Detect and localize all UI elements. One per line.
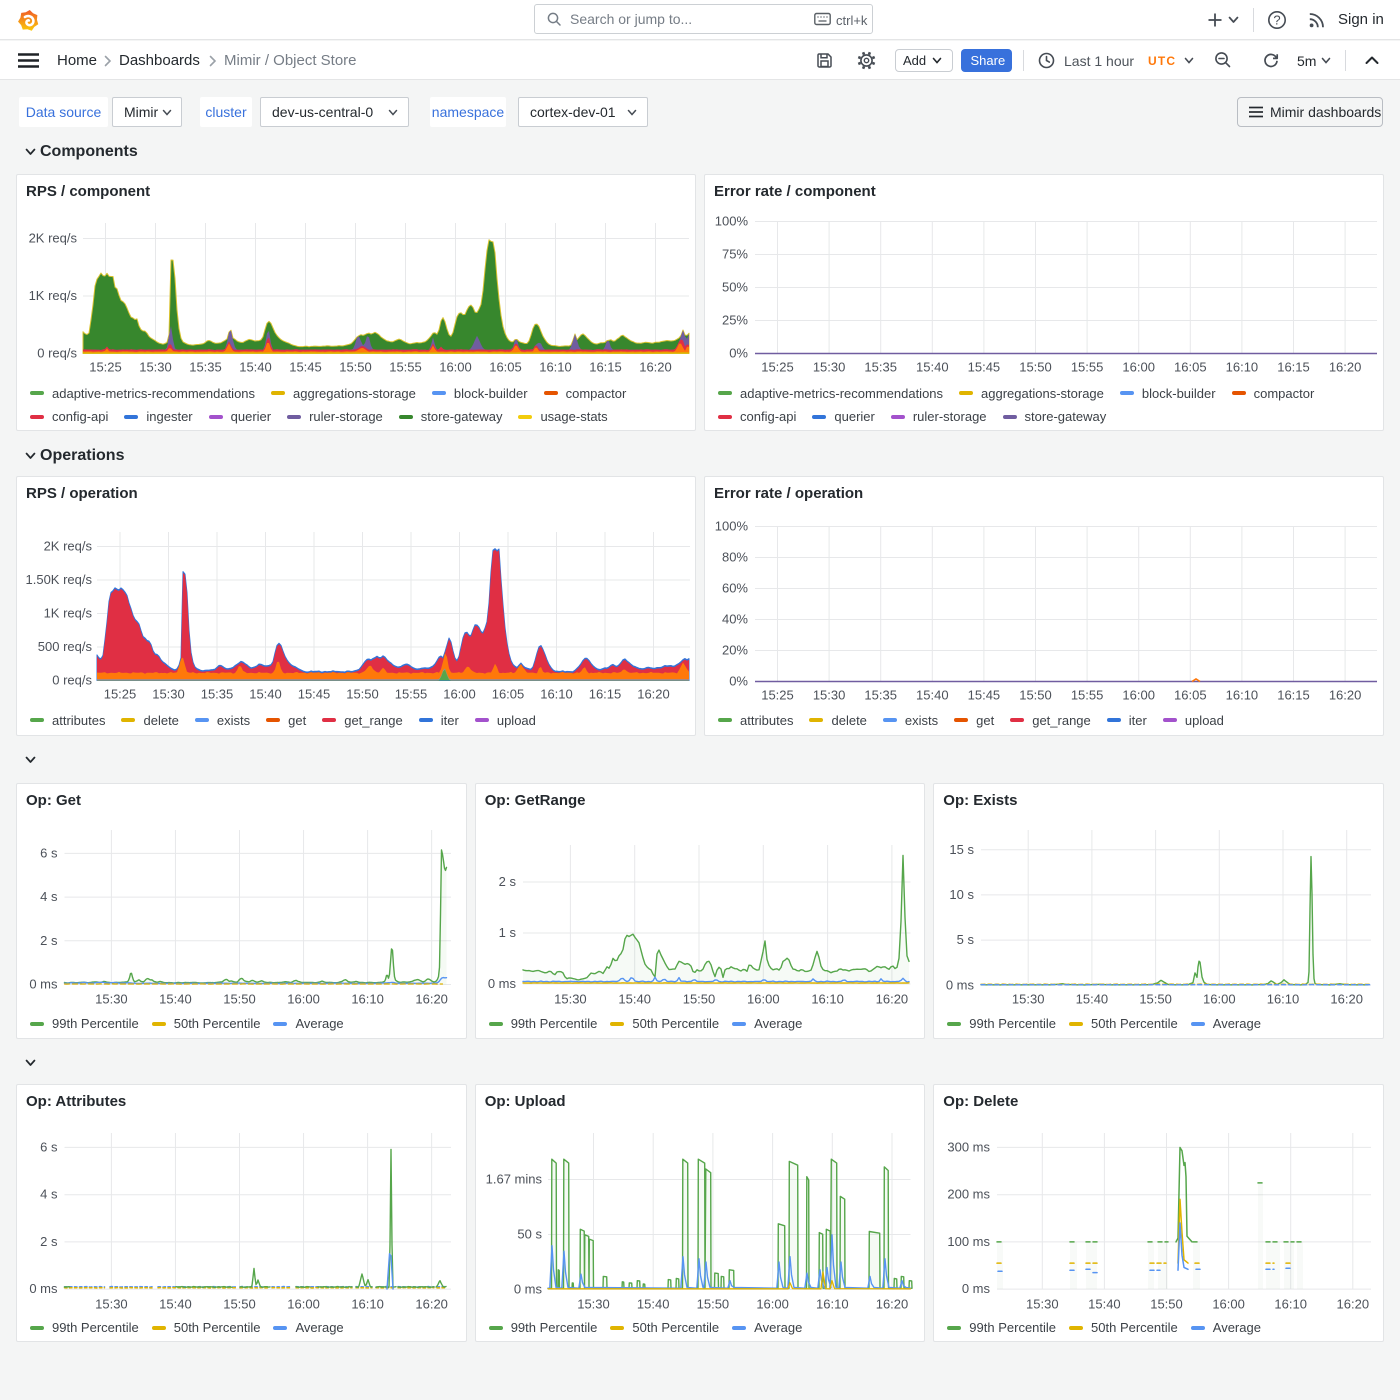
svg-text:?: ?: [1273, 13, 1280, 28]
